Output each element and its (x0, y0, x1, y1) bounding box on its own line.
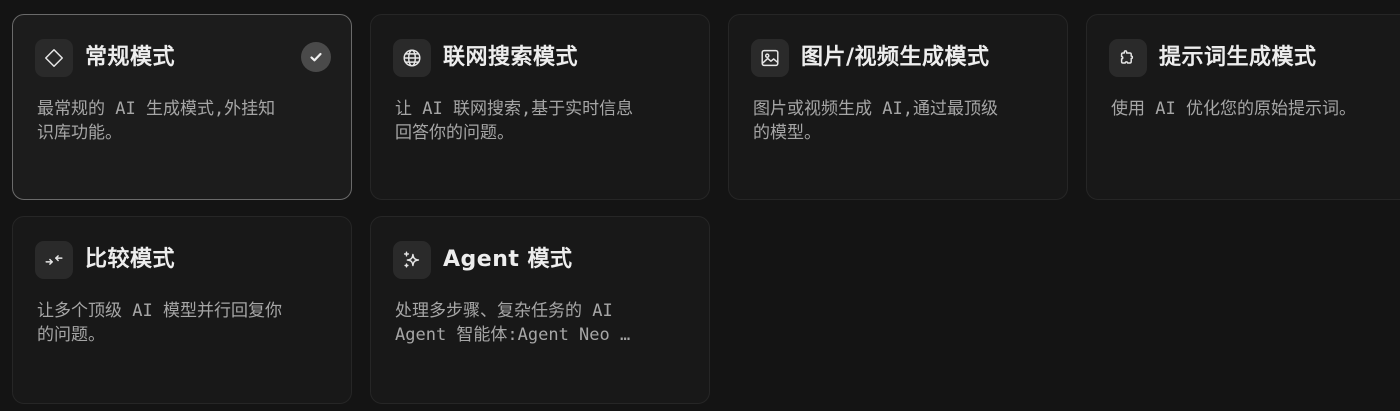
compare-arrows-icon (35, 241, 73, 279)
mode-title: 图片/视频生成模式 (801, 45, 990, 70)
mode-title: 常规模式 (85, 45, 176, 70)
mode-description: 处理多步骤、复杂任务的 AI Agent 智能体:Agent Neo … (395, 301, 631, 345)
mode-card-normal[interactable]: 常规模式 最常规的 AI 生成模式,外挂知 识库功能。 (12, 14, 352, 200)
mode-card-web-search[interactable]: 联网搜索模式 让 AI 联网搜索,基于实时信息 回答你的问题。 (370, 14, 710, 200)
mode-description: 让 AI 联网搜索,基于实时信息 回答你的问题。 (395, 99, 634, 143)
mode-title: 比较模式 (85, 247, 176, 272)
mode-title: 提示词生成模式 (1159, 45, 1317, 70)
mode-card-compare[interactable]: 比较模式 让多个顶级 AI 模型并行回复你 的问题。 (12, 216, 352, 404)
mode-grid: 常规模式 最常规的 AI 生成模式,外挂知 识库功能。 联网搜索模式 让 AI … (0, 0, 1400, 411)
mode-card-image-video[interactable]: 图片/视频生成模式 图片或视频生成 AI,通过最顶级 的模型。 (728, 14, 1068, 200)
mode-card-prompt[interactable]: 提示词生成模式 使用 AI 优化您的原始提示词。 (1086, 14, 1400, 200)
image-icon (751, 39, 789, 77)
mode-description: 使用 AI 优化您的原始提示词。 (1111, 99, 1356, 119)
mode-description: 让多个顶级 AI 模型并行回复你 的问题。 (37, 301, 282, 345)
puzzle-icon (1109, 39, 1147, 77)
diamond-icon (35, 39, 73, 77)
globe-icon (393, 39, 431, 77)
mode-description: 图片或视频生成 AI,通过最顶级 的模型。 (753, 99, 998, 143)
sparkle-icon (393, 241, 431, 279)
checkmark-icon (301, 42, 331, 72)
mode-title: Agent 模式 (443, 247, 573, 272)
mode-card-agent[interactable]: Agent 模式 处理多步骤、复杂任务的 AI Agent 智能体:Agent … (370, 216, 710, 404)
mode-description: 最常规的 AI 生成模式,外挂知 识库功能。 (37, 99, 276, 143)
mode-title: 联网搜索模式 (443, 45, 579, 70)
